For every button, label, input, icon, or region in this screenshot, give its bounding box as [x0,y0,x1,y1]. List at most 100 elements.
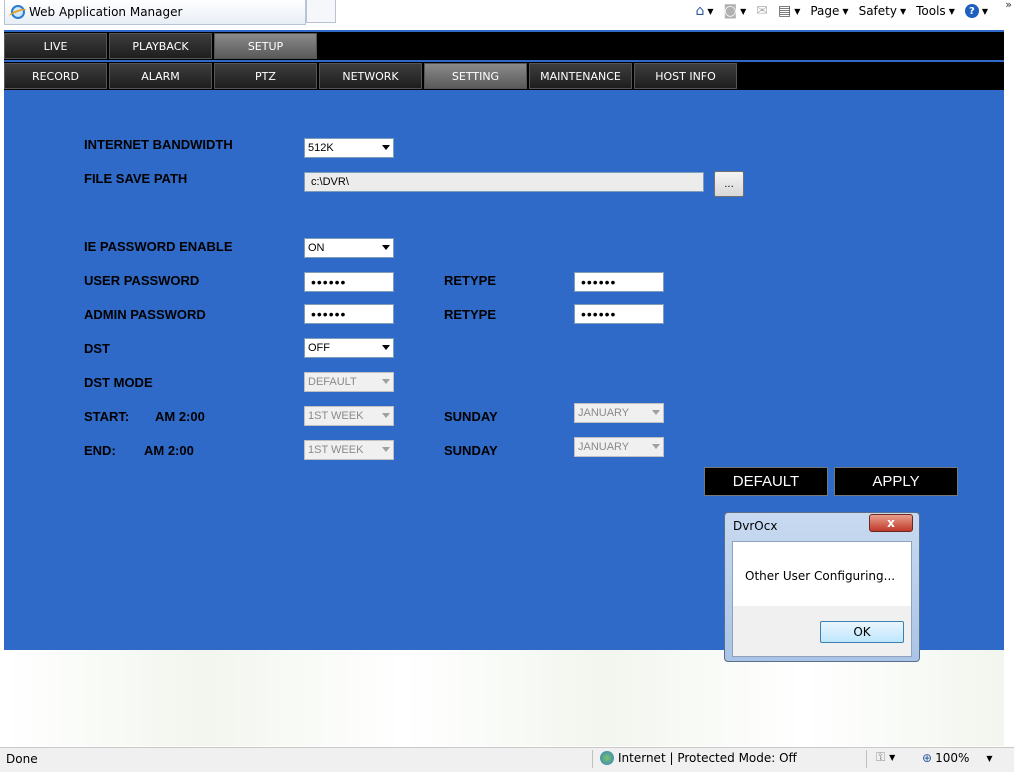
end-month-value: JANUARY [578,441,630,453]
security-zone-text: Internet | Protected Mode: Off [618,751,797,765]
zoom-level: 100% [935,751,970,765]
end-time-label: AM 2:00 [144,443,194,458]
chevron-down-icon: ▼ [842,6,849,16]
end-week-value: 1ST WEEK [308,444,364,456]
page-menu[interactable]: Page ▼ [810,4,848,18]
chevron-down-icon [382,413,390,418]
browser-tab[interactable]: Web Application Manager [4,0,306,25]
feeds-button[interactable]: ◙ ▼ [723,3,746,19]
internet-bandwidth-value: 512K [308,142,334,154]
ie-password-enable-value: ON [308,242,325,254]
tools-menu-label: Tools [916,4,946,18]
zoom-control[interactable]: ⊕ 100% ▼ [922,751,993,765]
status-divider [866,750,867,768]
admin-password-retype-input[interactable]: •••••• [574,304,664,324]
chevron-down-icon [382,345,390,350]
sub-menu-maintenance[interactable]: MAINTENANCE [529,63,632,89]
file-save-path-input[interactable]: c:\DVR\ [304,172,704,192]
chevron-down-icon [652,410,660,415]
chevron-down-icon: ▼ [986,753,993,763]
new-tab-button[interactable] [306,0,336,23]
ie-password-enable-label: IE PASSWORD ENABLE [84,239,233,254]
chevron-down-icon: ▼ [981,6,988,16]
safety-menu[interactable]: Safety ▼ [859,4,907,18]
end-week-select[interactable]: 1ST WEEK [304,440,394,460]
sub-menu-alarm[interactable]: ALARM [109,63,212,89]
read-mail-button[interactable]: ✉ [756,3,768,19]
printer-icon: ▤ [777,3,792,19]
user-retype-label: RETYPE [444,273,497,288]
dst-select[interactable]: OFF [304,338,394,358]
sub-menu: RECORD ALARM PTZ NETWORK SETTING MAINTEN… [4,62,1004,92]
default-button[interactable]: DEFAULT [704,467,828,496]
start-month-value: JANUARY [578,407,630,419]
start-day-label: SUNDAY [444,409,498,424]
dialog-message: Other User Configuring... [745,569,896,583]
start-time-label: AM 2:00 [155,409,205,424]
toolbar-overflow-chevrons[interactable]: » [1005,0,1012,11]
user-password-input[interactable]: •••••• [304,272,394,292]
user-password-label: USER PASSWORD [84,273,200,288]
security-zone[interactable]: Internet | Protected Mode: Off [600,751,797,765]
start-week-value: 1ST WEEK [308,410,364,422]
print-button[interactable]: ▤ ▼ [778,3,800,19]
chevron-down-icon: ▼ [707,6,714,16]
chevron-down-icon [652,444,660,449]
dst-value: OFF [308,342,330,354]
chevron-down-icon: ▼ [899,6,907,16]
home-button[interactable]: ⌂ ▼ [695,3,713,19]
help-menu[interactable]: ? ▼ [964,4,988,18]
safety-menu-label: Safety [858,4,897,18]
user-password-retype-input[interactable]: •••••• [574,272,664,292]
chevron-down-icon: ▼ [948,6,955,16]
end-day-label: SUNDAY [444,443,498,458]
admin-password-label: ADMIN PASSWORD [84,307,206,322]
end-month-select[interactable]: JANUARY [574,437,664,457]
sub-menu-setting[interactable]: SETTING [424,63,527,89]
apply-button[interactable]: APPLY [834,467,958,496]
main-menu-live[interactable]: LIVE [4,33,107,59]
sub-menu-record[interactable]: RECORD [4,63,107,89]
chevron-down-icon [382,379,390,384]
sub-menu-ptz[interactable]: PTZ [214,63,317,89]
sub-menu-network[interactable]: NETWORK [319,63,422,89]
tools-menu[interactable]: Tools ▼ [916,4,955,18]
chevron-down-icon: ▼ [889,753,896,762]
admin-retype-label: RETYPE [444,307,497,322]
main-menu-setup[interactable]: SETUP [214,33,317,59]
dialog-close-button[interactable]: x [869,514,913,532]
page-menu-label: Page [810,4,840,18]
protected-mode-button[interactable]: ⚿ ▼ [876,750,895,765]
status-bar: Done Internet | Protected Mode: Off ⚿ ▼ … [0,747,1014,772]
main-menu-playback[interactable]: PLAYBACK [109,33,212,59]
dialog-body: Other User Configuring... OK [732,541,912,657]
start-month-select[interactable]: JANUARY [574,403,664,423]
browser-tab-title: Web Application Manager [29,5,183,19]
chevron-down-icon: ▼ [794,6,801,16]
browse-button[interactable]: ... [714,171,744,197]
admin-password-input[interactable]: •••••• [304,304,394,324]
dst-label: DST [84,341,110,356]
home-icon: ⌂ [695,3,705,19]
start-week-select[interactable]: 1ST WEEK [304,406,394,426]
end-label: END: [84,443,116,458]
internet-bandwidth-label: INTERNET BANDWIDTH [84,137,233,152]
dst-mode-select[interactable]: DEFAULT [304,372,394,392]
ie-password-enable-select[interactable]: ON [304,238,394,258]
zoom-icon: ⊕ [922,751,933,765]
lock-icon: ⚿ [876,750,886,764]
page-background [4,650,1004,746]
status-text: Done [6,752,38,766]
dvrocx-dialog: DvrOcx x Other User Configuring... OK [724,512,920,662]
globe-icon [600,751,614,765]
close-icon: x [887,516,895,530]
dialog-ok-button[interactable]: OK [820,621,904,643]
ie-logo-icon [11,5,25,19]
mail-icon: ✉ [756,3,768,19]
sub-menu-host-info[interactable]: HOST INFO [634,63,737,89]
internet-bandwidth-select[interactable]: 512K [304,138,394,158]
status-divider [592,750,593,768]
command-bar: ⌂ ▼ ◙ ▼ ✉ ▤ ▼ Page ▼ Safety ▼ Tools ▼ ? … [695,0,988,22]
chevron-down-icon: ▼ [740,6,747,16]
dst-mode-value: DEFAULT [308,376,357,388]
